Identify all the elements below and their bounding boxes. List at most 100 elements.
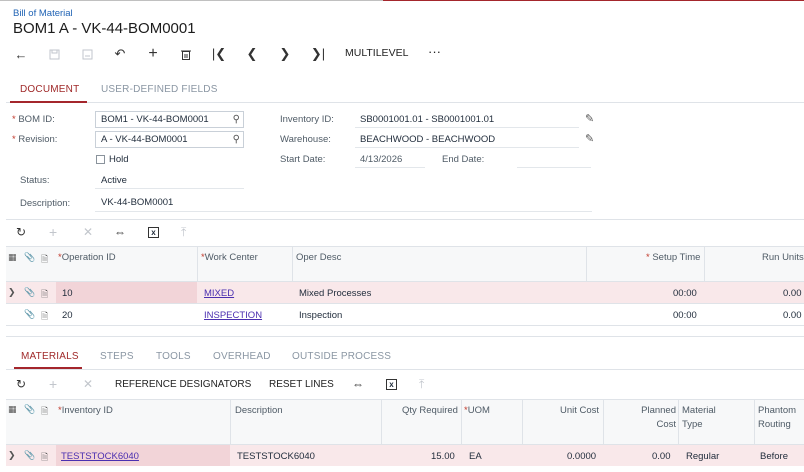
row-expand-icon[interactable]: ❯ (8, 287, 16, 298)
col-material-type[interactable]: Material Type (682, 405, 716, 430)
upload-icon[interactable]: ⤒ (181, 225, 186, 240)
refresh-icon[interactable]: ↻ (16, 225, 26, 239)
operation-id-cell[interactable]: 10 (62, 288, 73, 299)
operation-id-cell[interactable]: 20 (62, 310, 73, 321)
upload-icon[interactable]: ⤒ (419, 377, 424, 392)
work-center-link[interactable]: MIXED (204, 288, 234, 299)
add-row-icon[interactable]: + (49, 376, 57, 392)
export-excel-icon[interactable]: x (386, 379, 397, 390)
warehouse-field[interactable]: BEACHWOOD - BEACHWOOD (360, 134, 495, 145)
col-divider (678, 399, 679, 444)
tab-document[interactable]: DOCUMENT (20, 84, 79, 95)
multilevel-button[interactable]: MULTILEVEL (345, 47, 408, 59)
fit-columns-icon[interactable]: ⇔ (352, 377, 364, 391)
revision-label: * Revision: (12, 134, 58, 145)
col-qty-required[interactable]: Qty Required (402, 405, 458, 416)
qty-required-cell[interactable]: 15.00 (431, 451, 455, 462)
col-work-center[interactable]: *Work Center (201, 252, 258, 263)
description-field[interactable]: VK-44-BOM0001 (101, 197, 173, 208)
col-operation-id[interactable]: *Operation ID (58, 252, 116, 263)
row-expand-icon[interactable]: ❯ (8, 450, 16, 461)
tab-steps[interactable]: STEPS (100, 351, 134, 362)
phantom-routing-cell[interactable]: Before (760, 451, 788, 462)
tab-overhead[interactable]: OVERHEAD (213, 351, 271, 362)
col-divider (381, 399, 382, 444)
delete-row-icon[interactable]: ✕ (83, 225, 93, 239)
add-row-icon[interactable]: + (49, 224, 57, 240)
col-phantom-routing[interactable]: Phantom Routing (758, 405, 796, 430)
warehouse-label: Warehouse: (280, 134, 331, 145)
undo-icon[interactable]: ↶ (111, 45, 129, 63)
export-excel-icon[interactable]: x (148, 227, 159, 238)
attachment-icon[interactable]: 📎 (24, 450, 35, 461)
bom-id-field[interactable]: BOM1 - VK-44-BOM0001 ⚲ (95, 111, 244, 128)
col-divider (586, 246, 587, 281)
attachment-icon: 📎 (24, 252, 36, 262)
attachment-icon[interactable]: 📎 (24, 309, 35, 320)
col-inventory-id[interactable]: *Inventory ID (58, 405, 113, 416)
tab-tools[interactable]: TOOLS (156, 351, 191, 362)
col-run-units[interactable]: Run Units (762, 252, 804, 263)
delete-icon[interactable] (177, 45, 195, 63)
bom-id-value: BOM1 - VK-44-BOM0001 (101, 114, 209, 125)
attachment-icon[interactable]: 📎 (24, 287, 35, 298)
search-icon[interactable]: ⚲ (233, 114, 240, 125)
planned-cost-cell[interactable]: 0.00 (652, 451, 671, 462)
search-icon[interactable]: ⚲ (233, 134, 240, 145)
description-label: Description: (20, 198, 71, 209)
col-unit-cost[interactable]: Unit Cost (560, 405, 599, 416)
setup-time-cell[interactable]: 00:00 (673, 310, 697, 321)
reset-lines-button[interactable]: RESET LINES (269, 379, 334, 390)
col-divider (704, 246, 705, 281)
start-date-field[interactable]: 4/13/2026 (360, 154, 402, 165)
col-setup-time[interactable]: * Setup Time (646, 252, 700, 263)
reference-designators-button[interactable]: REFERENCE DESIGNATORS (115, 379, 251, 390)
next-record-icon[interactable]: ❯ (276, 45, 294, 63)
section-divider (6, 336, 804, 337)
oper-desc-cell[interactable]: Mixed Processes (299, 288, 371, 299)
note-icon[interactable]: 🗎 (41, 287, 48, 303)
run-units-cell[interactable]: 0.00 (783, 310, 802, 321)
work-center-link[interactable]: INSPECTION (204, 310, 262, 321)
col-planned-cost[interactable]: Planned Cost (640, 405, 676, 430)
edit-pencil-icon[interactable]: ✎ (585, 112, 594, 125)
tabs-divider (6, 102, 804, 103)
uom-cell[interactable]: EA (469, 451, 482, 462)
col-divider (292, 246, 293, 281)
note-icon[interactable]: 🗎 (41, 309, 48, 325)
inventory-id-label: Inventory ID: (280, 114, 334, 125)
tabs-divider (6, 369, 804, 370)
previous-record-icon[interactable]: ❮ (243, 45, 261, 63)
status-label: Status: (20, 175, 50, 186)
breadcrumb[interactable]: Bill of Material (13, 8, 73, 19)
save-close-icon[interactable] (78, 45, 96, 63)
first-record-icon[interactable]: |❮ (210, 45, 228, 63)
note-icon[interactable]: 🗎 (41, 450, 48, 466)
col-uom[interactable]: *UOM (464, 405, 490, 416)
oper-desc-cell[interactable]: Inspection (299, 310, 342, 321)
tab-user-defined-fields[interactable]: USER-DEFINED FIELDS (101, 84, 218, 95)
revision-field[interactable]: A - VK-44-BOM0001 ⚲ (95, 131, 244, 148)
hold-checkbox[interactable] (96, 155, 105, 164)
back-icon[interactable]: ← (12, 45, 30, 63)
refresh-icon[interactable]: ↻ (16, 377, 26, 391)
setup-time-cell[interactable]: 00:00 (673, 288, 697, 299)
inventory-id-link[interactable]: TESTSTOCK6040 (61, 451, 139, 462)
save-icon[interactable] (45, 45, 63, 63)
col-oper-desc[interactable]: Oper Desc (296, 252, 341, 263)
run-units-cell[interactable]: 0.00 (783, 288, 802, 299)
top-accent-border (383, 0, 804, 1)
tab-outside-process[interactable]: OUTSIDE PROCESS (292, 351, 391, 362)
col-description[interactable]: Description (235, 405, 283, 416)
delete-row-icon[interactable]: ✕ (83, 377, 93, 391)
tab-materials[interactable]: MATERIALS (21, 351, 79, 362)
unit-cost-cell[interactable]: 0.0000 (567, 451, 596, 462)
more-menu-button[interactable]: ··· (428, 44, 441, 59)
edit-pencil-icon[interactable]: ✎ (585, 132, 594, 145)
inventory-id-field[interactable]: SB0001001.01 - SB0001001.01 (360, 114, 494, 125)
last-record-icon[interactable]: ❯| (309, 45, 327, 63)
description-cell[interactable]: TESTSTOCK6040 (237, 451, 315, 462)
fit-columns-icon[interactable]: ⇔ (114, 225, 126, 239)
add-icon[interactable]: + (144, 45, 162, 63)
material-type-cell[interactable]: Regular (686, 451, 719, 462)
